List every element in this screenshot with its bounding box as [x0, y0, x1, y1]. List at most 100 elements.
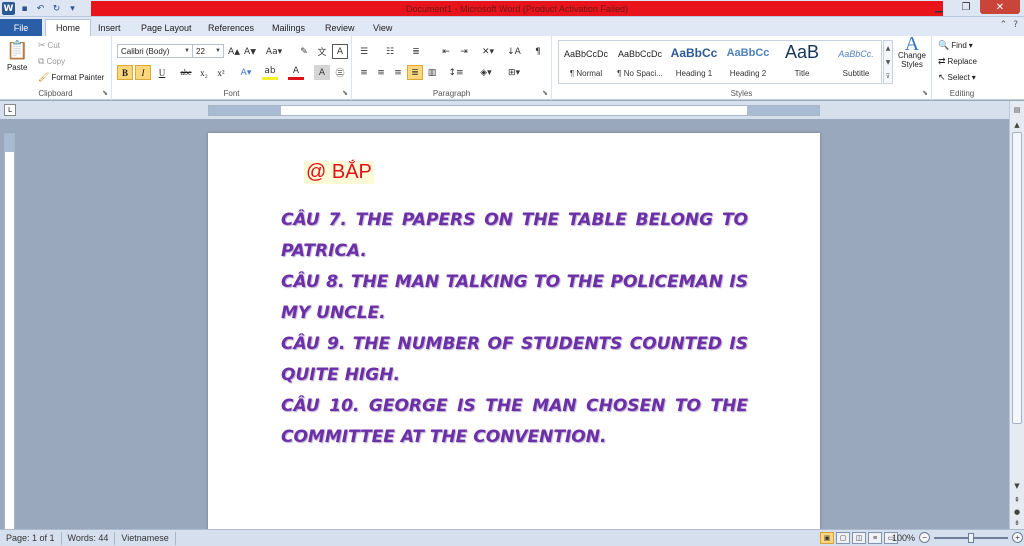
- underline-button[interactable]: U: [154, 65, 170, 80]
- customize-qat-icon[interactable]: ▾: [66, 2, 79, 15]
- next-page-icon[interactable]: ⇟: [1011, 516, 1023, 529]
- sort-icon[interactable]: ↓A: [506, 44, 522, 59]
- horizontal-ruler[interactable]: [208, 105, 820, 116]
- font-dialog-launcher-icon[interactable]: ⬊: [342, 89, 348, 97]
- asian-layout-icon[interactable]: ✕▾: [480, 44, 496, 59]
- chevron-up-icon[interactable]: ▲: [886, 45, 891, 52]
- text-effects-icon[interactable]: A▾: [238, 65, 254, 80]
- style-title[interactable]: AaB Title: [775, 41, 829, 83]
- save-icon[interactable]: ▪: [18, 2, 31, 15]
- full-screen-reading-icon[interactable]: ▢: [836, 532, 850, 544]
- tab-file[interactable]: File: [0, 19, 42, 36]
- word-logo-icon[interactable]: W: [2, 2, 15, 15]
- font-name-combo[interactable]: Calibri (Body) ▼: [117, 44, 193, 58]
- style-heading-1[interactable]: AaBbCc Heading 1: [667, 41, 721, 83]
- shading-icon[interactable]: ◈▾: [478, 65, 494, 80]
- character-border-icon[interactable]: A: [332, 44, 348, 59]
- vertical-scrollbar[interactable]: ▤ ▲ ▼ ⇞ ● ⇟: [1009, 101, 1024, 529]
- tab-view[interactable]: View: [363, 19, 402, 36]
- tab-page-layout[interactable]: Page Layout: [131, 19, 202, 36]
- multilevel-list-icon[interactable]: ≣: [408, 44, 424, 59]
- styles-gallery-scroll[interactable]: ▲ ▼ ⊽: [883, 40, 893, 84]
- italic-button[interactable]: I: [135, 65, 151, 80]
- copy-button[interactable]: ⧉ Copy: [38, 56, 65, 67]
- editing-group-label: Editing: [949, 89, 975, 98]
- undo-icon[interactable]: ↶: [34, 2, 47, 15]
- vertical-ruler[interactable]: [4, 133, 15, 530]
- zoom-in-icon[interactable]: +: [1012, 532, 1024, 543]
- style-heading-2[interactable]: AaBbCc Heading 2: [721, 41, 775, 83]
- tab-home[interactable]: Home: [45, 19, 92, 36]
- align-center-icon[interactable]: ≡: [373, 65, 389, 80]
- change-styles-button[interactable]: A Change Styles: [896, 34, 928, 69]
- style-subtitle[interactable]: AaBbCc. Subtitle: [829, 41, 883, 83]
- close-button[interactable]: ✕: [980, 0, 1020, 14]
- help-icon[interactable]: ?: [1013, 20, 1018, 30]
- grow-font-icon[interactable]: A ▲: [226, 44, 242, 59]
- tab-insert[interactable]: Insert: [88, 19, 131, 36]
- web-layout-icon[interactable]: ◫: [852, 532, 866, 544]
- show-hide-marks-icon[interactable]: ¶: [530, 44, 546, 59]
- scroll-down-icon[interactable]: ▼: [1011, 479, 1023, 492]
- word-count[interactable]: Words: 44: [62, 531, 116, 545]
- format-painter-button[interactable]: 🖌 Format Painter: [38, 72, 104, 83]
- zoom-slider[interactable]: [934, 532, 1009, 543]
- tab-selector-button[interactable]: L: [4, 104, 16, 116]
- align-left-icon[interactable]: ≡: [356, 65, 372, 80]
- zoom-slider-knob[interactable]: [968, 532, 975, 543]
- page-count[interactable]: Page: 1 of 1: [0, 531, 62, 545]
- styles-group-label: Styles: [730, 89, 753, 98]
- tab-review[interactable]: Review: [315, 19, 365, 36]
- subscript-button[interactable]: x₂: [196, 65, 212, 80]
- numbering-icon[interactable]: ☷: [382, 44, 398, 59]
- bullets-icon[interactable]: ☰: [356, 44, 372, 59]
- minimize-button[interactable]: ▁: [926, 0, 952, 14]
- align-right-icon[interactable]: ≡: [390, 65, 406, 80]
- replace-button[interactable]: ⇄ Replace: [938, 56, 977, 67]
- select-button[interactable]: ↖ Select ▾: [938, 72, 976, 83]
- tab-references[interactable]: References: [198, 19, 264, 36]
- zoom-out-icon[interactable]: −: [919, 532, 931, 543]
- clipboard-dialog-launcher-icon[interactable]: ⬊: [102, 89, 108, 97]
- paste-button[interactable]: 📋 Paste: [6, 40, 28, 72]
- scrollbar-thumb[interactable]: [1012, 132, 1022, 424]
- tab-mailings[interactable]: Mailings: [262, 19, 315, 36]
- more-styles-icon[interactable]: ⊽: [886, 73, 890, 80]
- strikethrough-button[interactable]: abc: [178, 65, 194, 80]
- line-spacing-icon[interactable]: ↕≡: [448, 65, 464, 80]
- outline-icon[interactable]: ≡: [868, 532, 882, 544]
- zoom-level[interactable]: 100%: [892, 533, 915, 543]
- paragraph-dialog-launcher-icon[interactable]: ⬊: [542, 89, 548, 97]
- phonetic-guide-icon[interactable]: 文: [314, 44, 330, 59]
- minimize-ribbon-icon[interactable]: ⌃: [1000, 20, 1008, 30]
- print-layout-icon[interactable]: ▣: [820, 532, 834, 544]
- style-no-spacing[interactable]: AaBbCcDc ¶ No Spaci...: [613, 41, 667, 83]
- highlight-color-icon[interactable]: ab: [262, 65, 278, 80]
- change-case-icon[interactable]: Aa▾: [266, 44, 282, 59]
- redo-icon[interactable]: ↻: [50, 2, 63, 15]
- font-size-combo[interactable]: 22 ▼: [192, 44, 224, 58]
- find-button[interactable]: 🔍 Find ▾: [938, 40, 973, 51]
- superscript-button[interactable]: x²: [213, 65, 229, 80]
- decrease-indent-icon[interactable]: ⇤: [438, 44, 454, 59]
- character-shading-icon[interactable]: A: [314, 65, 330, 80]
- shrink-font-icon[interactable]: A ▼: [242, 44, 258, 59]
- ruler-right-margin: [747, 106, 819, 115]
- document-page[interactable]: @ BẮP CÂU 7. THE PAPERS ON THE TABLE BEL…: [208, 133, 820, 546]
- language-indicator[interactable]: Vietnamese: [115, 531, 176, 545]
- increase-indent-icon[interactable]: ⇥: [456, 44, 472, 59]
- enclose-characters-icon[interactable]: ㊂: [332, 65, 348, 80]
- ruler-toggle-icon[interactable]: ▤: [1011, 103, 1023, 116]
- font-color-icon[interactable]: A: [288, 65, 304, 80]
- clear-formatting-icon[interactable]: ✎: [296, 44, 312, 59]
- justify-icon[interactable]: ≣: [407, 65, 423, 80]
- distributed-icon[interactable]: ▥: [424, 65, 440, 80]
- styles-dialog-launcher-icon[interactable]: ⬊: [922, 89, 928, 97]
- bold-button[interactable]: B: [117, 65, 133, 80]
- cut-button[interactable]: ✂ Cut: [38, 40, 60, 51]
- style-normal[interactable]: AaBbCcDc ¶ Normal: [559, 41, 613, 83]
- chevron-down-icon[interactable]: ▼: [886, 59, 891, 66]
- maximize-button[interactable]: ❐: [953, 0, 979, 14]
- borders-icon[interactable]: ⊞▾: [506, 65, 522, 80]
- scroll-up-icon[interactable]: ▲: [1011, 118, 1023, 131]
